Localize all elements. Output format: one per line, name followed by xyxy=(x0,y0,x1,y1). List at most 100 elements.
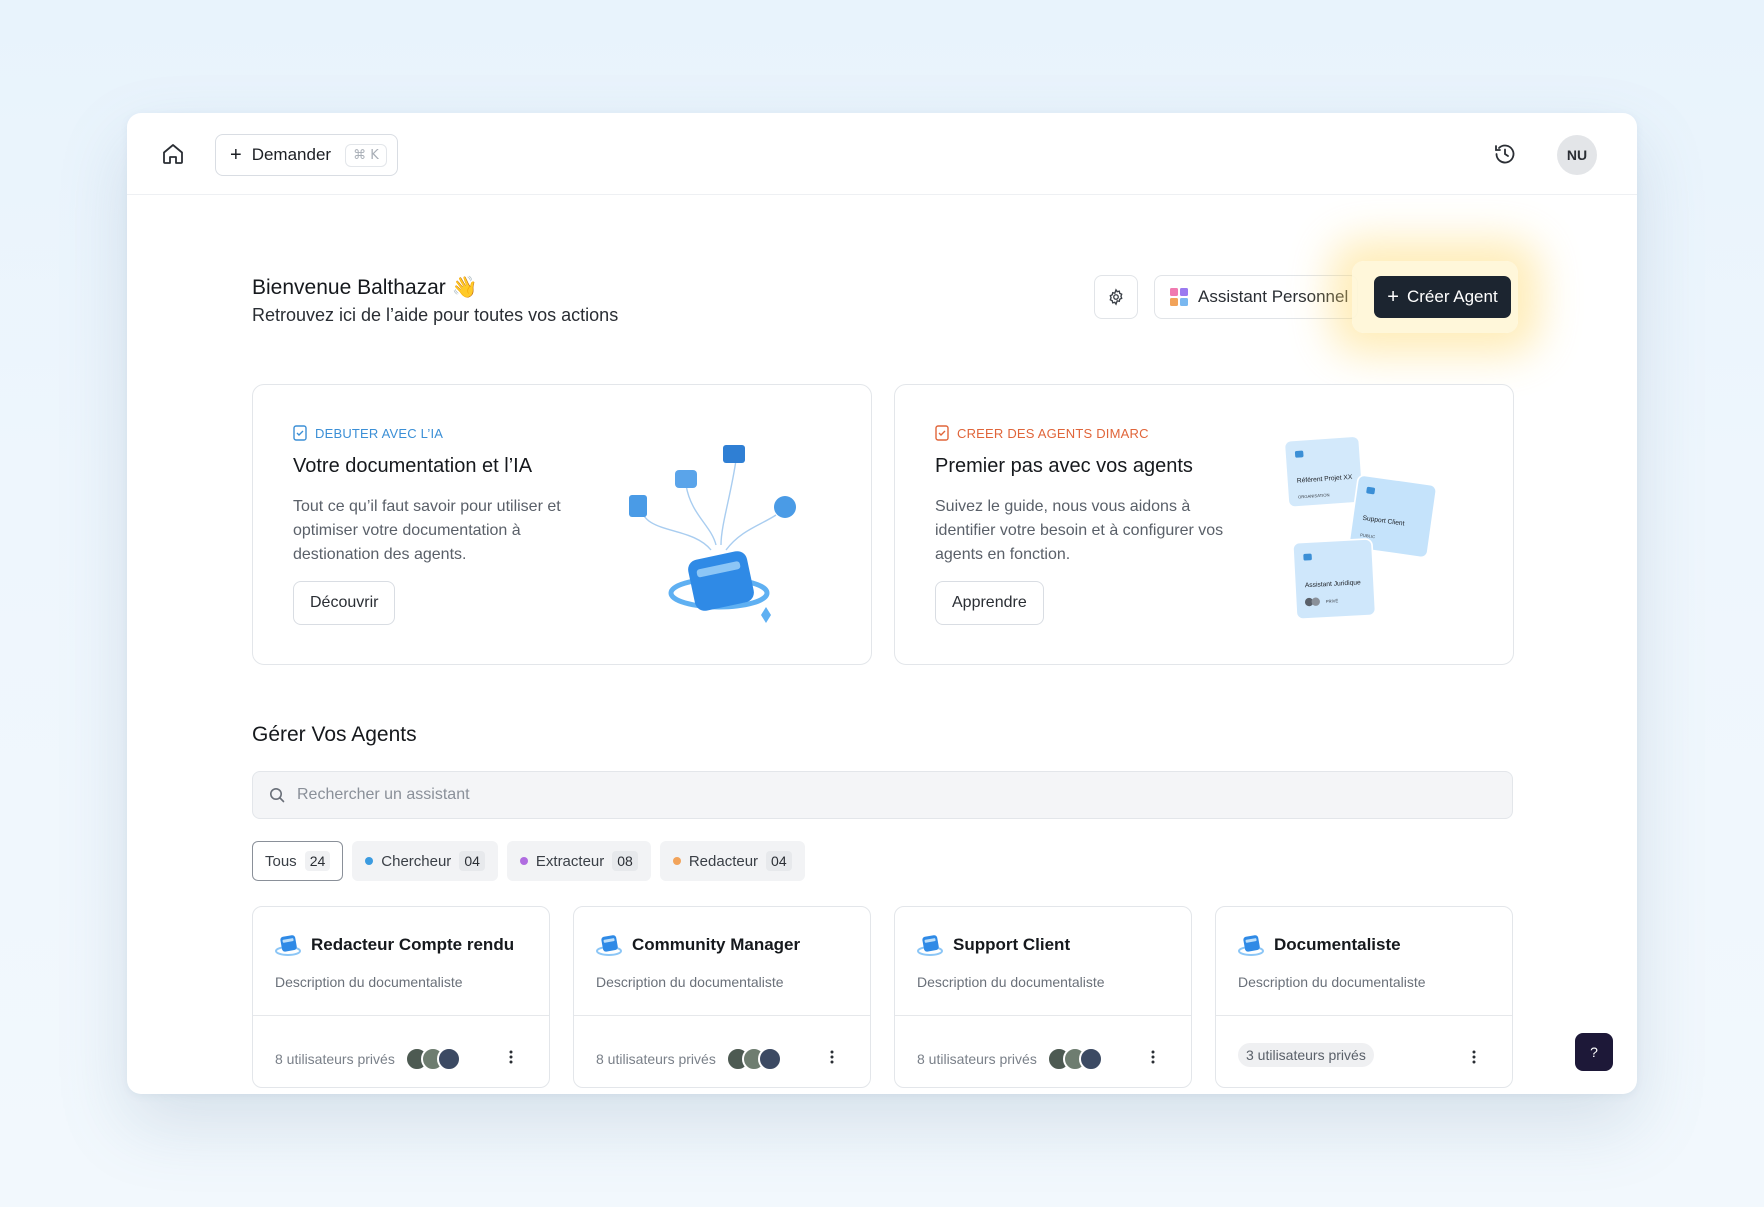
avatar xyxy=(436,1047,461,1071)
agent-name: Documentaliste xyxy=(1274,935,1401,954)
more-options-button[interactable] xyxy=(1145,1047,1161,1067)
agent-description: Description du documentaliste xyxy=(596,974,784,990)
agent-header: Support Client xyxy=(917,933,1070,957)
agent-list: Redacteur Compte rendu Description du do… xyxy=(252,906,1513,1088)
search-bar[interactable] xyxy=(252,771,1513,819)
chat-icon xyxy=(675,470,697,488)
user-avatars xyxy=(725,1047,782,1071)
kebab-menu-icon xyxy=(1472,1050,1476,1064)
home-button[interactable] xyxy=(157,138,189,170)
filter-chip-extracteur[interactable]: Extracteur 08 xyxy=(506,841,651,881)
agent-icon xyxy=(1238,935,1264,956)
avatar xyxy=(757,1047,782,1071)
apps-grid-icon xyxy=(1170,288,1188,306)
filter-count: 08 xyxy=(612,851,638,871)
agent-cards-illustration: Référent Projet XX ORGANISATION Support … xyxy=(1283,435,1437,620)
more-options-button[interactable] xyxy=(503,1047,519,1067)
folder-icon xyxy=(723,445,745,463)
search-input[interactable] xyxy=(297,786,1477,804)
document-icon xyxy=(293,425,307,441)
agent-icon xyxy=(917,935,943,956)
personal-assistant-label: Assistant Personnel xyxy=(1198,287,1349,306)
agent-card[interactable]: Community Manager Description du documen… xyxy=(573,906,871,1088)
agent-icon xyxy=(596,935,622,956)
divider xyxy=(895,1015,1191,1016)
divider xyxy=(1216,1015,1512,1016)
filter-count: 04 xyxy=(459,851,485,871)
agent-name: Redacteur Compte rendu xyxy=(311,935,515,954)
category-dot xyxy=(365,857,374,865)
kebab-menu-icon xyxy=(830,1050,834,1064)
divider xyxy=(574,1015,870,1016)
promo-title: Votre documentation et l’IA xyxy=(293,455,533,477)
app-window: + Demander ⌘ K NU Bienvenue Balthazar 👋 … xyxy=(127,113,1637,1094)
filter-count: 24 xyxy=(304,851,331,871)
avatar xyxy=(1078,1047,1103,1071)
gear-icon xyxy=(1109,288,1123,306)
promo-description: Tout ce qu’il faut savoir pour utiliser … xyxy=(293,498,561,563)
shortcut-hint: ⌘ K xyxy=(345,143,387,167)
discover-button[interactable]: Découvrir xyxy=(293,581,396,625)
agent-description: Description du documentaliste xyxy=(1238,974,1426,990)
create-agent-label: Créer Agent xyxy=(1406,287,1498,306)
welcome-text: Bienvenue Balthazar xyxy=(252,276,446,299)
category-dot xyxy=(519,857,528,865)
learn-button[interactable]: Apprendre xyxy=(935,581,1044,625)
ask-button[interactable]: + Demander ⌘ K xyxy=(215,134,398,176)
promo-tag: DEBUTER AVEC L’IA xyxy=(293,425,443,441)
agent-users: 8 utilisateurs privés xyxy=(275,1047,461,1071)
filter-chips: Tous 24 Chercheur 04 Extracteur 08 Redac… xyxy=(252,841,805,881)
filter-chip-all[interactable]: Tous 24 xyxy=(252,841,344,881)
agent-users-badge: 3 utilisateurs privés xyxy=(1238,1043,1374,1067)
filter-chip-redacteur[interactable]: Redacteur 04 xyxy=(659,841,805,881)
kebab-menu-icon xyxy=(1151,1050,1155,1064)
history-icon xyxy=(1495,144,1515,164)
promo-tag: CREER DES AGENTS DIMARC xyxy=(935,425,1149,441)
agent-icon xyxy=(275,935,301,956)
plus-icon: + xyxy=(1387,286,1399,308)
globe-icon xyxy=(774,496,796,518)
more-options-button[interactable] xyxy=(1466,1047,1482,1067)
create-agent-button[interactable]: + Créer Agent xyxy=(1374,276,1511,318)
agent-header: Redacteur Compte rendu xyxy=(275,933,514,957)
kebab-menu-icon xyxy=(509,1050,513,1064)
section-title: Gérer Vos Agents xyxy=(252,723,417,746)
wave-emoji: 👋 xyxy=(451,276,478,299)
agent-name: Support Client xyxy=(953,935,1071,954)
document-icon xyxy=(935,425,949,441)
ask-label: Demander xyxy=(251,145,332,164)
personal-assistant-button[interactable]: Assistant Personnel xyxy=(1154,275,1358,319)
filter-count: 04 xyxy=(766,851,792,871)
agent-card[interactable]: Redacteur Compte rendu Description du do… xyxy=(252,906,550,1088)
page-subtitle: Retrouvez ici de l’aide pour toutes vos … xyxy=(252,305,619,325)
agent-header: Community Manager xyxy=(596,933,800,957)
user-avatars xyxy=(404,1047,461,1071)
user-avatar[interactable]: NU xyxy=(1557,135,1597,175)
documentation-illustration xyxy=(629,445,796,623)
agent-users: 8 utilisateurs privés xyxy=(596,1047,782,1071)
help-button[interactable]: ? xyxy=(1575,1033,1613,1071)
agent-description: Description du documentaliste xyxy=(917,974,1105,990)
promo-card-documentation: DEBUTER AVEC L’IA Votre documentation et… xyxy=(252,384,872,665)
top-bar: + Demander ⌘ K NU xyxy=(127,113,1637,195)
agent-header: Documentaliste xyxy=(1238,933,1401,957)
file-icon xyxy=(629,495,647,517)
more-options-button[interactable] xyxy=(824,1047,840,1067)
divider xyxy=(253,1015,549,1016)
filter-chip-chercheur[interactable]: Chercheur 04 xyxy=(352,841,498,881)
mini-card-badge: PRIVÉ xyxy=(1326,598,1339,604)
user-avatars xyxy=(1046,1047,1103,1071)
agent-users: 8 utilisateurs privés xyxy=(917,1047,1103,1071)
promo-title: Premier pas avec vos agents xyxy=(935,455,1193,477)
category-dot xyxy=(672,857,681,865)
page-title: Bienvenue Balthazar 👋 xyxy=(252,276,478,300)
agent-description: Description du documentaliste xyxy=(275,974,463,990)
history-button[interactable] xyxy=(1489,138,1521,170)
settings-button[interactable] xyxy=(1094,275,1138,319)
agent-name: Community Manager xyxy=(632,935,801,954)
plus-icon: + xyxy=(230,144,242,166)
agent-card[interactable]: Support Client Description du documental… xyxy=(894,906,1192,1088)
agent-card[interactable]: Documentaliste Description du documental… xyxy=(1215,906,1513,1088)
search-icon xyxy=(270,788,285,803)
promo-card-agents: CREER DES AGENTS DIMARC Premier pas avec… xyxy=(894,384,1514,665)
